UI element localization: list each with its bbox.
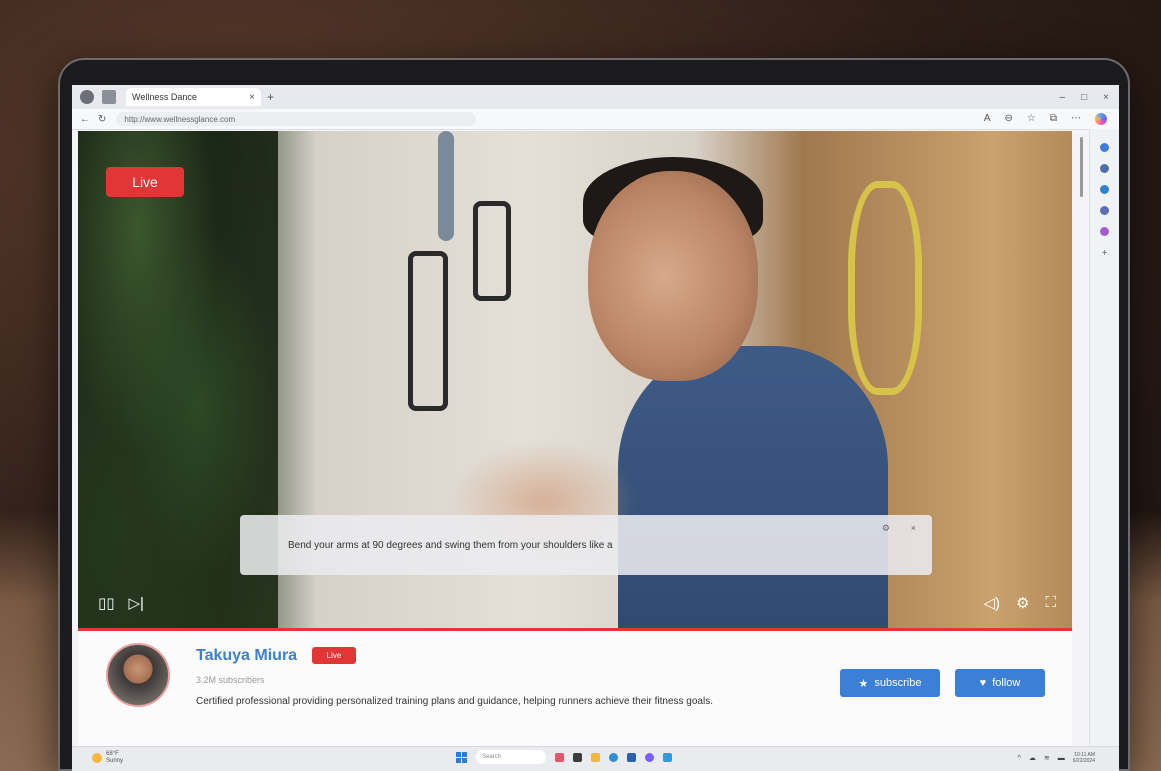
- refresh-icon[interactable]: ↻: [98, 114, 106, 125]
- file-explorer-icon[interactable]: [591, 752, 600, 762]
- url-field[interactable]: http://www.wellnessglance.com: [116, 112, 477, 126]
- windows-start-icon[interactable]: [456, 751, 467, 763]
- system-tray: ^ ☁ ≋ ▬ 10:11 AM 6/22/2024: [1018, 752, 1095, 764]
- back-icon[interactable]: ←: [80, 114, 90, 125]
- cloud-icon[interactable]: ☁: [1029, 754, 1036, 762]
- weather-temp: 68°F: [106, 751, 119, 757]
- next-icon[interactable]: ▷|: [129, 594, 144, 612]
- handle-scenery-2: [473, 201, 511, 301]
- toolbar-icons: A ⊖ ☆ ⧉ ⋯: [984, 113, 1119, 125]
- tab-title: Wellness Dance: [132, 92, 197, 102]
- weather-desc: Sunny: [106, 758, 124, 764]
- app-icon-1[interactable]: [555, 752, 564, 762]
- outlook-icon[interactable]: [1100, 206, 1109, 215]
- tab-close-icon[interactable]: ×: [249, 92, 255, 103]
- edge-sidebar: +: [1089, 129, 1119, 747]
- caption-close-icon[interactable]: ×: [911, 523, 916, 533]
- page-scrollbar[interactable]: [1080, 137, 1083, 197]
- heart-icon: ♥: [979, 677, 987, 689]
- url-text: http://www.wellnessglance.com: [124, 114, 236, 124]
- live-caption-box: Bend your arms at 90 degrees and swing t…: [240, 515, 932, 575]
- resistance-band-scenery: [438, 131, 454, 241]
- channel-description: Certified professional providing persona…: [196, 696, 713, 707]
- avatar[interactable]: [106, 643, 170, 707]
- zoom-icon[interactable]: ⊖: [1005, 113, 1013, 125]
- minimize-button[interactable]: –: [1060, 92, 1066, 103]
- sun-icon: [92, 753, 102, 763]
- shopping-icon[interactable]: [1100, 164, 1109, 173]
- more-icon[interactable]: ⋯: [1071, 113, 1081, 125]
- person-shirt: [618, 346, 888, 628]
- copilot-icon[interactable]: [1095, 113, 1107, 125]
- video-player[interactable]: Live Bend your arms at 90 degrees and sw…: [78, 131, 1072, 628]
- clock[interactable]: 10:11 AM 6/22/2024: [1073, 752, 1095, 764]
- volume-icon[interactable]: ◁): [984, 594, 1001, 612]
- read-aloud-icon[interactable]: A: [984, 113, 991, 125]
- channel-name[interactable]: Takuya Miura: [196, 647, 297, 665]
- live-badge: Live: [106, 167, 184, 197]
- copilot-taskbar-icon[interactable]: [645, 752, 654, 762]
- tab-actions-icon[interactable]: [102, 90, 116, 104]
- taskbar-center: Search: [456, 750, 672, 764]
- add-sidebar-icon[interactable]: +: [1102, 248, 1108, 259]
- channel-live-badge: Live: [312, 647, 356, 664]
- clock-date: 6/22/2024: [1072, 758, 1095, 764]
- tab-wellness-dance[interactable]: Wellness Dance ×: [126, 88, 261, 106]
- subscriber-count: 3.2M subscribers: [196, 675, 265, 685]
- subscribe-button[interactable]: ★ subscribe: [840, 669, 940, 697]
- video-controls-left: ▯▯ ▷|: [98, 594, 144, 612]
- games-icon[interactable]: [1100, 227, 1109, 236]
- follow-button[interactable]: ♥ follow: [955, 669, 1045, 697]
- search-sidebar-icon[interactable]: [1100, 143, 1109, 152]
- handle-scenery: [408, 251, 448, 411]
- video-controls-right: ◁) ⚙ ⛶: [984, 594, 1057, 612]
- person-face: [588, 171, 758, 381]
- wifi-icon[interactable]: ≋: [1044, 754, 1050, 762]
- weather-widget[interactable]: 68°F Sunny: [92, 751, 123, 765]
- collections-icon[interactable]: ⧉: [1050, 113, 1057, 125]
- pause-icon[interactable]: ▯▯: [98, 594, 115, 612]
- figure-eight-band-scenery: [848, 181, 922, 395]
- new-tab-button[interactable]: +: [267, 90, 274, 104]
- store-icon[interactable]: [627, 752, 636, 762]
- tools-icon[interactable]: [1100, 185, 1109, 194]
- edge-icon[interactable]: [609, 752, 618, 762]
- tab-bar: Wellness Dance × + – □ ×: [72, 85, 1119, 109]
- battery-icon[interactable]: ▬: [1058, 755, 1065, 762]
- window-controls: – □ ×: [1060, 92, 1119, 103]
- channel-info-panel: Takuya Miura Live 3.2M subscribers Certi…: [78, 631, 1072, 747]
- maximize-button[interactable]: □: [1081, 92, 1087, 103]
- star-icon: ★: [858, 677, 869, 690]
- windows-taskbar: 68°F Sunny Search ^ ☁ ≋ ▬ 10:11 AM 6/22/: [72, 746, 1119, 771]
- follow-label: follow: [992, 677, 1021, 689]
- fullscreen-icon[interactable]: ⛶: [1045, 594, 1056, 612]
- address-bar-row: ← ↻ http://www.wellnessglance.com A ⊖ ☆ …: [72, 109, 1119, 130]
- close-window-button[interactable]: ×: [1103, 92, 1109, 103]
- profile-icon[interactable]: [80, 90, 94, 104]
- caption-text: Bend your arms at 90 degrees and swing t…: [288, 539, 613, 551]
- favorite-icon[interactable]: ☆: [1027, 113, 1036, 125]
- gear-icon[interactable]: ⚙: [1016, 594, 1029, 612]
- app-icon-3[interactable]: [663, 752, 672, 762]
- caption-settings-icon[interactable]: ⚙: [882, 523, 890, 534]
- taskbar-search[interactable]: Search: [476, 750, 546, 764]
- screen: Wellness Dance × + – □ × ← ↻ http://www.…: [72, 85, 1119, 771]
- chevron-up-icon[interactable]: ^: [1018, 755, 1021, 762]
- search-placeholder: Search: [482, 754, 502, 760]
- subscribe-label: subscribe: [874, 677, 922, 689]
- app-icon-2[interactable]: [573, 752, 582, 762]
